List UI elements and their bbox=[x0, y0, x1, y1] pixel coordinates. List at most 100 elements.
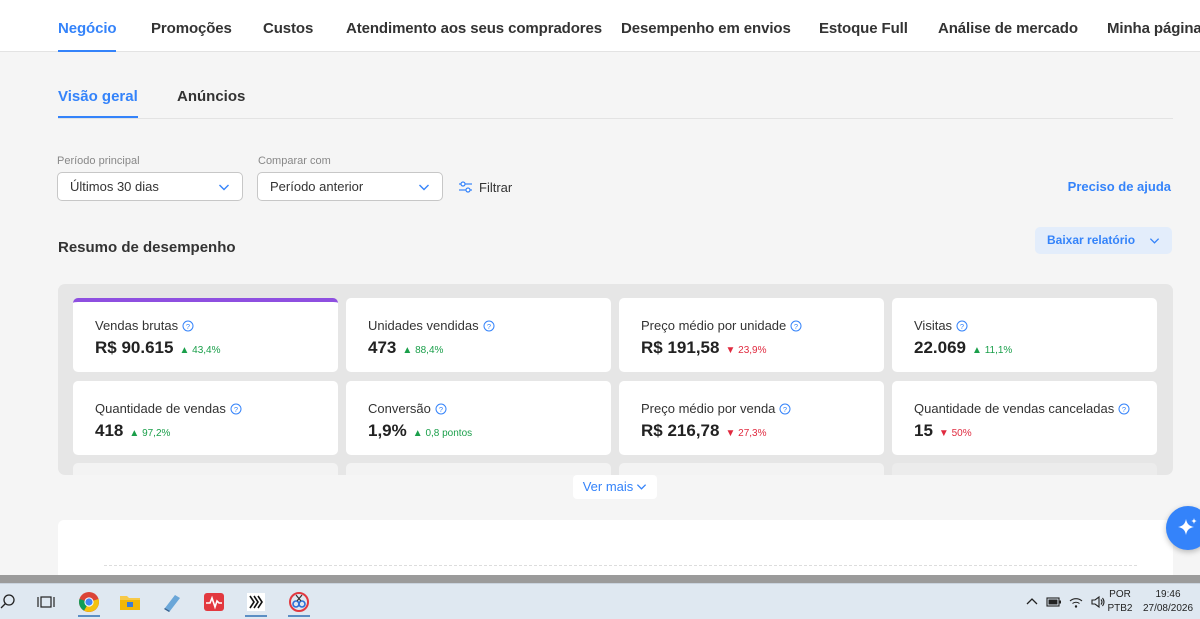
file-explorer-icon[interactable] bbox=[114, 587, 146, 617]
metric-card-conversao[interactable]: Conversão? 1,9% ▲ 0,8 pontos bbox=[346, 381, 611, 455]
help-circle-icon[interactable]: ? bbox=[182, 320, 194, 332]
svg-text:?: ? bbox=[783, 404, 787, 413]
tab-custos[interactable]: Custos bbox=[263, 0, 313, 52]
wifi-icon[interactable] bbox=[1068, 595, 1084, 609]
clock[interactable]: 19:46 27/08/2026 bbox=[1138, 588, 1198, 616]
metric-title: Preço médio por venda bbox=[641, 401, 776, 416]
triangle-down-icon: ▼ bbox=[725, 428, 736, 439]
hidden-card-peek bbox=[73, 463, 338, 475]
chevron-up-icon[interactable] bbox=[1026, 597, 1038, 607]
battery-icon[interactable] bbox=[1046, 596, 1062, 608]
chevron-down-icon bbox=[1149, 238, 1160, 244]
compare-select[interactable]: Período anterior bbox=[257, 172, 443, 201]
triangle-up-icon: ▲ bbox=[179, 345, 190, 356]
metric-delta: ▲ 43,4% bbox=[179, 345, 221, 356]
chart-card bbox=[58, 520, 1173, 580]
download-report-button[interactable]: Baixar relatório bbox=[1035, 227, 1172, 254]
tab-promocoes[interactable]: Promoções bbox=[151, 0, 232, 52]
tab-visao-geral[interactable]: Visão geral bbox=[58, 52, 138, 118]
metric-card-visitas[interactable]: Visitas? 22.069 ▲ 11,1% bbox=[892, 298, 1157, 372]
main-period-value: Últimos 30 dias bbox=[70, 179, 159, 194]
top-navigation: Negócio Promoções Custos Atendimento aos… bbox=[0, 0, 1200, 52]
metric-card-vendas-canceladas[interactable]: Quantidade de vendas canceladas? 15 ▼ 50% bbox=[892, 381, 1157, 455]
triangle-up-icon: ▲ bbox=[972, 345, 982, 356]
help-circle-icon[interactable]: ? bbox=[230, 403, 242, 415]
metric-value: 22.069 bbox=[914, 338, 966, 357]
svg-text:?: ? bbox=[794, 321, 798, 330]
compare-value: Período anterior bbox=[270, 179, 364, 194]
see-more-button[interactable]: Ver mais bbox=[573, 475, 657, 499]
zebra-app-icon[interactable] bbox=[240, 587, 272, 617]
metric-title: Unidades vendidas bbox=[368, 318, 479, 333]
triangle-down-icon: ▼ bbox=[725, 345, 736, 356]
metric-value: 15 bbox=[914, 421, 933, 440]
metric-title: Quantidade de vendas bbox=[95, 401, 226, 416]
task-view-icon[interactable] bbox=[30, 587, 62, 617]
metric-value: 473 bbox=[368, 338, 397, 357]
tab-estoque-full[interactable]: Estoque Full bbox=[819, 0, 908, 52]
download-report-label: Baixar relatório bbox=[1047, 233, 1136, 247]
compare-label: Comparar com bbox=[258, 155, 331, 167]
tab-analise-mercado[interactable]: Análise de mercado bbox=[938, 0, 1078, 52]
metric-delta: ▼ 27,3% bbox=[725, 428, 767, 439]
clock-time: 19:46 bbox=[1155, 589, 1181, 600]
language-indicator[interactable]: POR PTB2 bbox=[1106, 588, 1134, 616]
metric-card-preco-medio-unidade[interactable]: Preço médio por unidade? R$ 191,58 ▼ 23,9… bbox=[619, 298, 884, 372]
sub-tabs: Visão geral Anúncios bbox=[58, 52, 1173, 119]
svg-text:?: ? bbox=[486, 321, 490, 330]
metric-value: R$ 90.615 bbox=[95, 338, 174, 357]
metric-delta: ▼ 23,9% bbox=[725, 345, 767, 356]
pulse-app-icon[interactable] bbox=[198, 587, 230, 617]
see-more-label: Ver mais bbox=[582, 479, 634, 494]
app-icon[interactable] bbox=[156, 587, 188, 617]
sliders-icon bbox=[459, 181, 472, 193]
metric-title: Conversão bbox=[368, 401, 431, 416]
tab-minha-pagina[interactable]: Minha página bbox=[1107, 0, 1200, 52]
chevron-down-icon bbox=[219, 184, 229, 191]
triangle-up-icon: ▲ bbox=[402, 345, 413, 356]
help-circle-icon[interactable]: ? bbox=[483, 320, 495, 332]
metric-title: Preço médio por unidade bbox=[641, 318, 787, 333]
help-circle-icon[interactable]: ? bbox=[956, 320, 968, 332]
main-period-select[interactable]: Últimos 30 dias bbox=[57, 172, 243, 201]
svg-text:?: ? bbox=[186, 321, 190, 330]
horizontal-scrollbar[interactable] bbox=[0, 575, 1200, 583]
metric-card-vendas-brutas[interactable]: Vendas brutas? R$ 90.615 ▲ 43,4% bbox=[73, 298, 338, 372]
metric-card-preco-medio-venda[interactable]: Preço médio por venda? R$ 216,78 ▼ 27,3% bbox=[619, 381, 884, 455]
help-circle-icon[interactable]: ? bbox=[435, 403, 447, 415]
help-link[interactable]: Preciso de ajuda bbox=[1068, 179, 1171, 194]
chrome-icon[interactable] bbox=[73, 587, 105, 617]
metric-value: 1,9% bbox=[368, 421, 407, 440]
hidden-card-peek bbox=[892, 463, 1157, 475]
hidden-card-peek bbox=[346, 463, 611, 475]
metric-delta: ▲ 0,8 pontos bbox=[412, 428, 473, 439]
tab-anuncios[interactable]: Anúncios bbox=[177, 52, 245, 118]
sparkle-icon bbox=[1178, 518, 1197, 535]
tab-negocio[interactable]: Negócio bbox=[58, 0, 117, 52]
help-circle-icon[interactable]: ? bbox=[779, 403, 791, 415]
search-icon[interactable] bbox=[0, 587, 24, 617]
filter-button[interactable]: Filtrar bbox=[458, 177, 512, 197]
metric-title: Visitas bbox=[914, 318, 953, 333]
metric-title: Quantidade de vendas canceladas bbox=[914, 401, 1115, 416]
help-circle-icon[interactable]: ? bbox=[790, 320, 802, 332]
svg-text:?: ? bbox=[234, 404, 238, 413]
metric-card-unidades-vendidas[interactable]: Unidades vendidas? 473 ▲ 88,4% bbox=[346, 298, 611, 372]
system-tray bbox=[1026, 584, 1106, 619]
metrics-panel: Vendas brutas? R$ 90.615 ▲ 43,4% Unidades… bbox=[58, 284, 1173, 475]
metric-delta: ▲ 88,4% bbox=[402, 345, 444, 356]
svg-text:?: ? bbox=[1122, 404, 1126, 413]
help-circle-icon[interactable]: ? bbox=[1118, 403, 1130, 415]
metric-delta: ▼ 50% bbox=[938, 428, 972, 439]
triangle-up-icon: ▲ bbox=[412, 428, 423, 439]
tab-atendimento[interactable]: Atendimento aos seus compradores bbox=[346, 0, 602, 52]
metric-delta: ▲ 97,2% bbox=[129, 428, 171, 439]
metric-card-quantidade-vendas[interactable]: Quantidade de vendas? 418 ▲ 97,2% bbox=[73, 381, 338, 455]
snip-app-icon[interactable] bbox=[283, 587, 315, 617]
metric-value: R$ 216,78 bbox=[641, 421, 720, 440]
tab-desempenho-envios[interactable]: Desempenho em envios bbox=[621, 0, 791, 52]
metric-title: Vendas brutas bbox=[95, 318, 179, 333]
speaker-icon[interactable] bbox=[1090, 595, 1106, 609]
metric-value: 418 bbox=[95, 421, 124, 440]
svg-text:?: ? bbox=[960, 321, 964, 330]
